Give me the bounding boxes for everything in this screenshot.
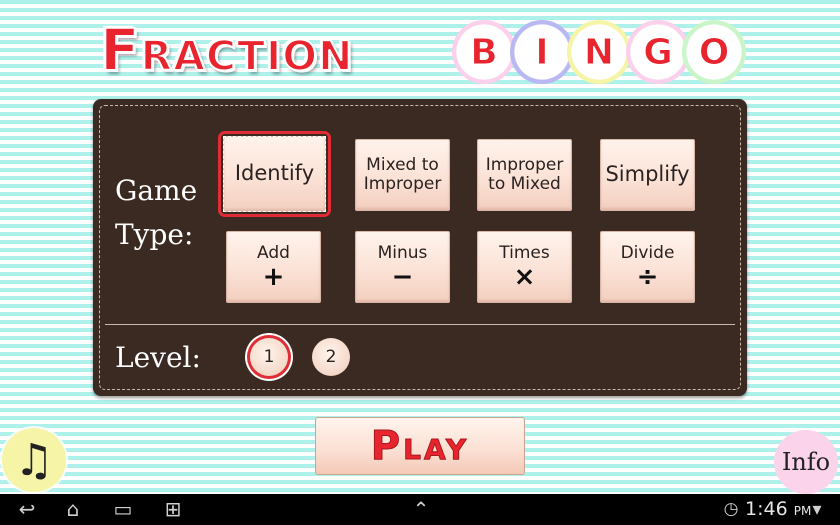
bingo-letter: O xyxy=(698,31,730,73)
bingo-letter: N xyxy=(583,31,615,73)
level-number: 1 xyxy=(263,347,275,367)
game-type-label: Identify xyxy=(234,161,315,186)
plus-icon: + xyxy=(262,262,285,293)
game-type-label: Add xyxy=(257,242,290,263)
game-type-label: Divide xyxy=(620,242,675,263)
times-icon: × xyxy=(513,262,536,293)
game-type-times-button[interactable]: Times × xyxy=(477,231,572,303)
settings-panel: Game Type: Identify Mixed to Improper Impr… xyxy=(93,99,747,396)
game-type-identify-button[interactable]: Identify xyxy=(218,131,331,217)
panel-divider xyxy=(105,324,735,325)
music-note-icon: ♫ xyxy=(14,434,54,486)
bingo-letter: G xyxy=(643,31,674,73)
game-type-label: Times xyxy=(499,242,550,263)
game-type-divide-button[interactable]: Divide ÷ xyxy=(600,231,695,303)
bingo-ball-1: B xyxy=(452,20,516,84)
bingo-letter: B xyxy=(470,31,498,73)
signal-icon: ▾ xyxy=(812,498,822,520)
game-type-label: Minus xyxy=(377,242,428,263)
bingo-letter: I xyxy=(535,31,549,73)
divide-icon: ÷ xyxy=(636,262,659,293)
title-fraction: Fraction xyxy=(99,15,354,85)
status-clock: 1:46 PM xyxy=(745,498,811,520)
level-label: Level: xyxy=(115,341,201,374)
music-toggle-button[interactable]: ♫ xyxy=(2,428,66,492)
bingo-ball-3: N xyxy=(567,20,631,84)
game-type-add-button[interactable]: Add + xyxy=(226,231,321,303)
play-button[interactable]: Play xyxy=(315,417,525,475)
minus-icon: − xyxy=(391,262,414,293)
game-type-simplify-button[interactable]: Simplify xyxy=(600,139,695,211)
chevron-up-icon[interactable]: ⌃ xyxy=(408,497,434,521)
home-icon[interactable]: ⌂ xyxy=(60,497,86,521)
game-type-label: Game Type: xyxy=(115,174,198,251)
info-label: Info xyxy=(781,448,831,476)
game-type-label: Simplify xyxy=(605,162,690,187)
game-type-mixed-to-improper-button[interactable]: Mixed to Improper xyxy=(355,139,450,211)
screenshot-icon[interactable]: ⊞ xyxy=(160,497,186,521)
bingo-ball-4: G xyxy=(626,20,690,84)
bingo-ball-2: I xyxy=(510,20,574,84)
bingo-ball-5: O xyxy=(682,20,746,84)
recent-apps-icon[interactable]: ▭ xyxy=(110,497,136,521)
clock-time: 1:46 xyxy=(745,498,788,520)
level-number: 2 xyxy=(325,347,337,367)
level-1-button[interactable]: 1 xyxy=(250,338,288,376)
level-2-button[interactable]: 2 xyxy=(312,338,350,376)
system-navigation-bar: ↩ ⌂ ▭ ⊞ ⌃ ◷ 1:46 PM ▾ xyxy=(0,494,840,525)
game-type-label: Improper to Mixed xyxy=(485,155,564,194)
back-icon[interactable]: ↩ xyxy=(14,497,40,521)
info-button[interactable]: Info xyxy=(774,430,838,494)
alarm-icon: ◷ xyxy=(723,499,739,519)
game-type-label: Mixed to Improper xyxy=(363,155,442,194)
game-type-improper-to-mixed-button[interactable]: Improper to Mixed xyxy=(477,139,572,211)
game-type-minus-button[interactable]: Minus − xyxy=(355,231,450,303)
